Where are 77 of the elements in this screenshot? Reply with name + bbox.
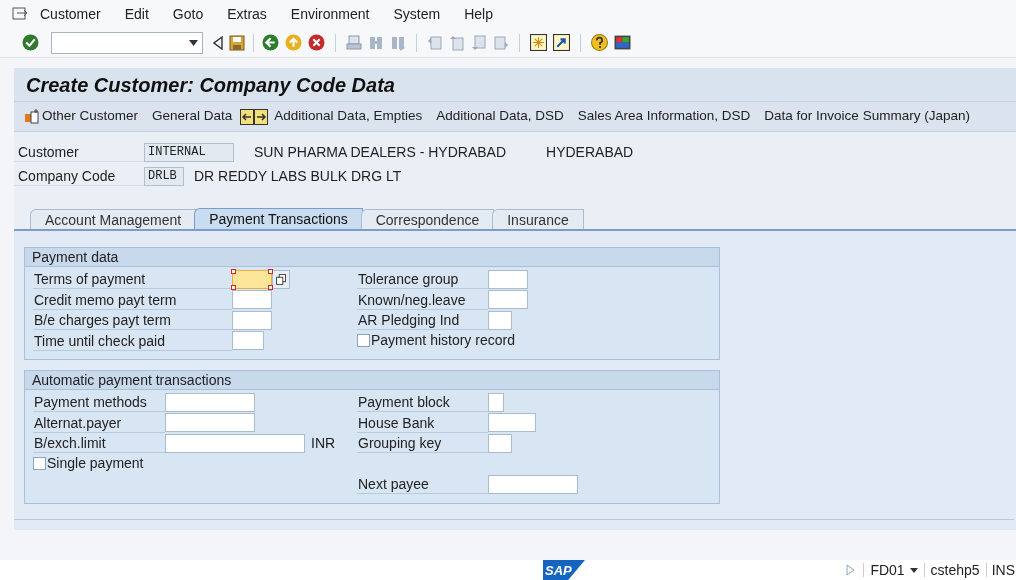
- checkbox-label: Single payment: [47, 454, 144, 474]
- menu-icon[interactable]: [12, 7, 28, 21]
- toolbar-button[interactable]: Other Customer: [24, 106, 139, 127]
- input-field[interactable]: [488, 474, 578, 494]
- dropdown-caret-icon[interactable]: [189, 39, 198, 46]
- find-next-icon[interactable]: [390, 34, 406, 51]
- toolbar-button[interactable]: Data for Invoice Summary (Japan): [764, 106, 970, 127]
- field-label: Time until check paid: [33, 330, 232, 351]
- input-field[interactable]: [232, 331, 264, 351]
- save-icon[interactable]: [229, 34, 245, 51]
- readonly-field: INTERNAL: [144, 143, 234, 162]
- shortcut-icon[interactable]: [553, 34, 570, 51]
- input-field[interactable]: [165, 433, 305, 453]
- field-label: Credit memo payt term: [33, 289, 232, 310]
- document-icon: [24, 108, 40, 125]
- menu-item[interactable]: Environment: [290, 3, 370, 25]
- exit-icon[interactable]: [285, 34, 302, 51]
- group-title: Automatic payment transactions: [25, 371, 719, 390]
- transaction-dropdown[interactable]: FD01: [864, 559, 924, 580]
- layout-icon[interactable]: [614, 34, 631, 51]
- previous-page-icon[interactable]: [449, 34, 465, 51]
- next-document-icon[interactable]: [254, 108, 269, 125]
- play-icon[interactable]: [846, 564, 856, 576]
- screen-title: Create Customer: Company Code Data: [26, 72, 395, 98]
- menu-item[interactable]: System: [393, 3, 441, 25]
- toolbar-button[interactable]: Sales Area Information, DSD: [577, 106, 751, 127]
- input-field[interactable]: [232, 290, 272, 310]
- menu-item[interactable]: Customer: [40, 3, 101, 25]
- menu-item[interactable]: Edit: [124, 3, 149, 25]
- field-text: SUN PHARMA DEALERS - HYDRABAD: [254, 143, 507, 162]
- toolbar-button[interactable]: Additional Data, DSD: [436, 106, 564, 127]
- tab[interactable]: Payment Transactions: [194, 208, 363, 229]
- input-field[interactable]: [488, 413, 536, 433]
- toolbar-button[interactable]: General Data: [152, 106, 233, 127]
- input-field[interactable]: [488, 310, 512, 330]
- cancel-icon[interactable]: [308, 34, 325, 51]
- find-icon[interactable]: [368, 34, 384, 51]
- server-name: cstehp5: [929, 560, 981, 580]
- checkbox-label: Payment history record: [371, 331, 515, 351]
- back-icon[interactable]: [262, 34, 279, 51]
- input-field[interactable]: [165, 392, 255, 412]
- first-page-icon[interactable]: [427, 34, 443, 51]
- input-field[interactable]: [165, 413, 255, 433]
- checkbox[interactable]: [33, 457, 46, 471]
- logo: SAP: [543, 560, 585, 580]
- input-field[interactable]: [488, 290, 528, 310]
- menu-item[interactable]: Extras: [227, 3, 267, 25]
- dropdown-caret-icon[interactable]: [909, 567, 918, 573]
- toolbar-button[interactable]: Additional Data, Empties: [274, 106, 423, 127]
- input-field[interactable]: [488, 433, 512, 453]
- readonly-field: DRLB: [144, 167, 184, 186]
- group-title: Payment data: [25, 248, 719, 267]
- field-text: HYDERABAD: [546, 143, 634, 162]
- currency-unit: INR: [311, 433, 336, 453]
- print-icon[interactable]: [346, 34, 362, 51]
- tab[interactable]: Insurance: [492, 209, 584, 229]
- input-field[interactable]: [488, 269, 528, 289]
- help-icon[interactable]: [591, 34, 608, 51]
- back-triangle-icon[interactable]: [213, 35, 223, 50]
- input-field[interactable]: [232, 269, 272, 289]
- check-icon[interactable]: [22, 34, 39, 51]
- input-field[interactable]: [232, 310, 272, 330]
- field-label: B/e charges payt term: [33, 310, 232, 331]
- input-field[interactable]: [488, 392, 504, 412]
- insert-mode: INS: [990, 560, 1016, 580]
- menu-item[interactable]: Goto: [172, 3, 204, 25]
- tab[interactable]: Correspondence: [360, 209, 495, 229]
- previous-document-icon[interactable]: [240, 108, 255, 125]
- tab[interactable]: Account Management: [30, 209, 197, 229]
- value-help-icon[interactable]: [272, 269, 290, 289]
- next-page-icon[interactable]: [471, 34, 487, 51]
- last-page-icon[interactable]: [493, 34, 509, 51]
- checkbox[interactable]: [357, 334, 370, 348]
- new-window-icon[interactable]: [530, 34, 547, 51]
- command-field[interactable]: [51, 31, 203, 54]
- menu-item[interactable]: Help: [464, 3, 493, 25]
- field-text: DR REDDY LABS BULK DRG LT: [194, 167, 402, 186]
